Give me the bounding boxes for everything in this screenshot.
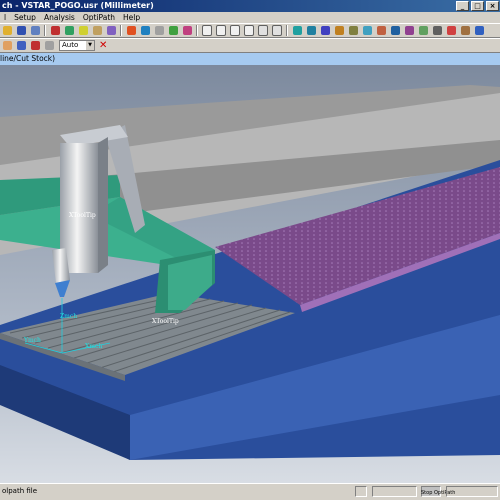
machine-icon[interactable] (63, 25, 75, 37)
tool-tip-label: XToolTip (69, 212, 96, 219)
ymch-label: Ymch (23, 337, 41, 344)
status-panel (446, 486, 498, 497)
mode-select[interactable]: Auto ▼ (59, 40, 95, 51)
progress-bar (372, 486, 417, 497)
mode-select-value: Auto (62, 41, 79, 49)
toolbar-separator (120, 25, 122, 36)
window-title: ch - VSTAR_POGO.usr (Millimeter) (2, 1, 154, 10)
optipath-icon[interactable] (389, 25, 401, 37)
pan-icon[interactable] (257, 25, 269, 37)
toolbar-separator (286, 25, 288, 36)
image-icon[interactable] (43, 40, 55, 52)
fixture-icon[interactable] (105, 25, 117, 37)
menu-setup[interactable]: Setup (10, 12, 40, 23)
compare-icon[interactable] (361, 25, 373, 37)
delete-icon[interactable] (29, 40, 41, 52)
status-indicator (355, 486, 367, 497)
toolpath-icon[interactable] (125, 25, 137, 37)
fit-icon[interactable] (243, 25, 255, 37)
measure-icon[interactable] (375, 25, 387, 37)
movie-icon[interactable] (459, 25, 471, 37)
camera-icon[interactable] (431, 25, 443, 37)
zoom-out-icon[interactable] (215, 25, 227, 37)
chevron-down-icon: ▼ (86, 41, 94, 50)
record-icon[interactable] (445, 25, 457, 37)
cancel-icon[interactable]: ✕ (99, 40, 107, 52)
save-as-icon[interactable] (29, 25, 41, 37)
menu-file[interactable]: l (0, 12, 10, 23)
minimize-button[interactable]: _ (456, 1, 469, 11)
toolbar-separator (44, 25, 46, 36)
menu-analysis[interactable]: Analysis (40, 12, 79, 23)
zoom-box-icon[interactable] (229, 25, 241, 37)
xtool-tip-label: XToolTip (152, 318, 179, 325)
tool-icon[interactable] (77, 25, 89, 37)
zoom-in-icon[interactable] (201, 25, 213, 37)
view-header: line/Cut Stock) (0, 53, 500, 65)
view-iso-icon[interactable] (319, 25, 331, 37)
layout-icon[interactable] (417, 25, 429, 37)
menu-optipath[interactable]: OptiPath (79, 12, 119, 23)
hand-icon[interactable] (1, 40, 13, 52)
close-button[interactable]: × (486, 1, 499, 11)
rotate-icon[interactable] (271, 25, 283, 37)
save-icon[interactable] (15, 25, 27, 37)
stock-icon[interactable] (91, 25, 103, 37)
cut-stock-icon[interactable] (403, 25, 415, 37)
window-controls: _ □ × (455, 0, 500, 12)
settings-icon[interactable] (181, 25, 193, 37)
view-top-icon[interactable] (291, 25, 303, 37)
maximize-button[interactable]: □ (471, 1, 484, 11)
graphics-viewport[interactable]: XToolTip Zmch Xmch Ymch XToolTip (0, 65, 500, 483)
toolbar-secondary: Auto ▼ ✕ (0, 38, 500, 53)
toolbar-separator (196, 25, 198, 36)
reset-icon[interactable] (15, 40, 27, 52)
menu-help[interactable]: Help (119, 12, 144, 23)
help-icon[interactable] (473, 25, 485, 37)
control-icon[interactable] (153, 25, 165, 37)
section-icon[interactable] (347, 25, 359, 37)
spindle-side (98, 137, 108, 273)
machine-scene: XToolTip Zmch Xmch Ymch XToolTip (0, 65, 500, 483)
open-icon[interactable] (1, 25, 13, 37)
status-bar: olpath file Stop OptiPath (0, 483, 500, 500)
report-icon[interactable] (167, 25, 179, 37)
title-bar: ch - VSTAR_POGO.usr (Millimeter) _ □ × (0, 0, 500, 12)
view-front-icon[interactable] (305, 25, 317, 37)
status-message: olpath file (2, 487, 38, 495)
zmch-label: Zmch (60, 313, 77, 320)
nc-program-icon[interactable] (139, 25, 151, 37)
menu-bar: l Setup Analysis OptiPath Help (0, 12, 500, 23)
toolbar-main (0, 23, 500, 38)
xmch-label: Xmch (85, 343, 102, 350)
setup-icon[interactable] (49, 25, 61, 37)
view-side-icon[interactable] (333, 25, 345, 37)
